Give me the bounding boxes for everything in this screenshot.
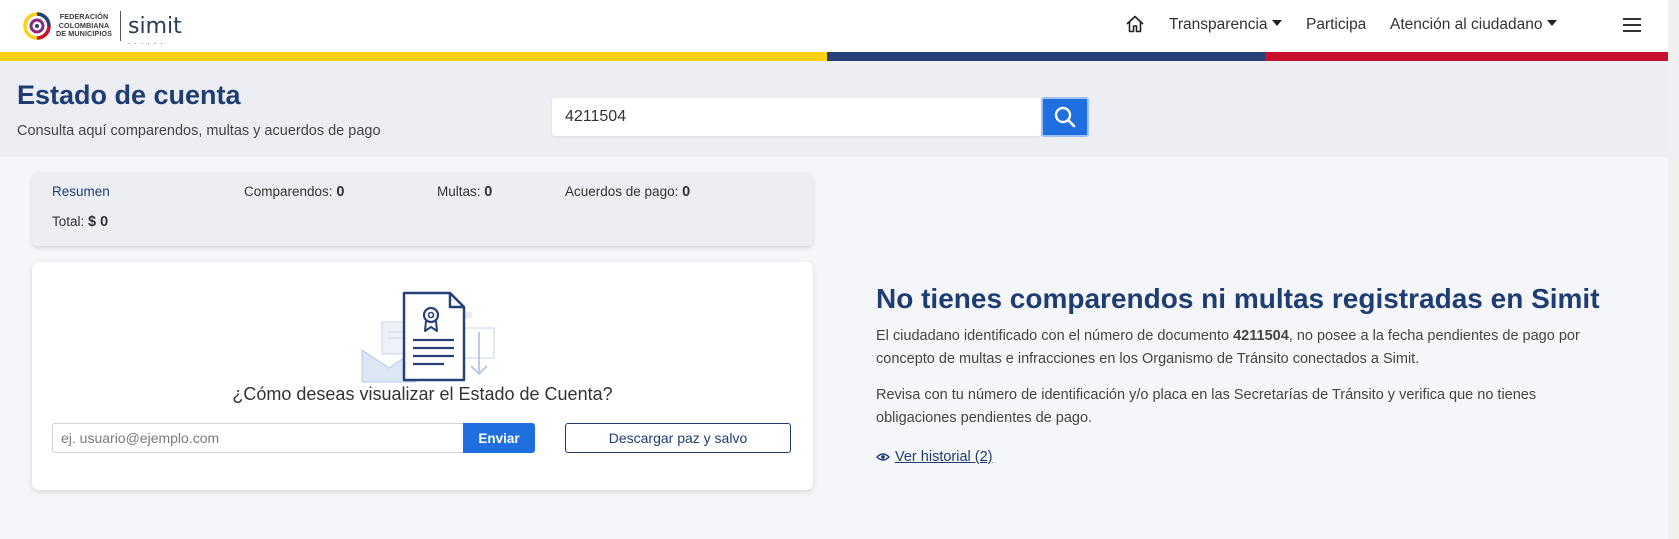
page-scrollbar[interactable] — [1668, 0, 1679, 539]
download-options-card: ¿Cómo deseas visualizar el Estado de Cue… — [32, 262, 813, 490]
send-button[interactable]: Enviar — [463, 423, 535, 453]
caret-down-icon — [1271, 20, 1282, 26]
simit-logo-dots: · · · · · · — [128, 39, 164, 48]
flag-yellow — [0, 52, 827, 61]
summary-resumen-label: Resumen — [52, 184, 110, 199]
search-button[interactable] — [1041, 97, 1089, 137]
hamburger-menu-button[interactable] — [1623, 18, 1641, 37]
caret-down-icon — [1546, 20, 1557, 26]
search-box — [552, 98, 1041, 136]
hamburger-menu-icon — [1623, 18, 1641, 32]
colombia-flag-stripe — [0, 52, 1668, 61]
download-paz-y-salvo-button[interactable]: Descargar paz y salvo — [565, 423, 791, 453]
eye-icon — [876, 453, 890, 461]
nav-home[interactable] — [1125, 14, 1145, 39]
fcm-logo-text: FEDERACIÓN COLOMBIANA DE MUNICIPIOS — [56, 12, 113, 39]
logo-divider — [120, 11, 122, 41]
nav-atencion-ciudadano[interactable]: Atención al ciudadano — [1390, 16, 1557, 34]
summary-acuerdos: Acuerdos de pago: 0 — [565, 184, 691, 200]
flag-red — [1265, 52, 1668, 61]
summary-comparendos: Comparendos: 0 — [244, 184, 345, 200]
nav-transparencia[interactable]: Transparencia — [1169, 16, 1282, 34]
summary-card: Resumen Comparendos: 0 Multas: 0 Acuerdo… — [32, 172, 813, 246]
flag-blue — [827, 52, 1265, 61]
ver-historial-link[interactable]: Ver historial (2) — [876, 449, 993, 465]
result-title: No tienes comparendos ni multas registra… — [876, 283, 1600, 314]
top-navbar: FEDERACIÓN COLOMBIANA DE MUNICIPIOS simi… — [0, 0, 1668, 52]
page-title: Estado de cuenta — [17, 80, 241, 110]
document-number: 4211504 — [1233, 328, 1289, 344]
page-subtitle: Consulta aquí comparendos, multas y acue… — [17, 123, 381, 139]
site-logo[interactable]: FEDERACIÓN COLOMBIANA DE MUNICIPIOS simi… — [22, 4, 182, 48]
visualization-question: ¿Cómo deseas visualizar el Estado de Cue… — [232, 384, 613, 404]
result-description: El ciudadano identificado con el número … — [876, 328, 1580, 367]
search-icon — [1054, 106, 1076, 128]
nav-participa[interactable]: Participa — [1306, 16, 1366, 34]
hero-section: Estado de cuenta Consulta aquí comparend… — [0, 61, 1668, 157]
result-advice: Revisa con tu número de identificación y… — [876, 387, 1537, 426]
fcm-logo-icon — [23, 12, 51, 40]
simit-logo-text: simit · · · · · · — [128, 13, 182, 48]
summary-multas: Multas: 0 — [437, 184, 493, 200]
email-input[interactable] — [52, 423, 465, 453]
certificate-document-icon — [361, 291, 495, 383]
summary-total: Total: $ 0 — [52, 214, 109, 230]
home-icon — [1126, 15, 1144, 33]
document-search-input[interactable] — [552, 98, 1040, 136]
